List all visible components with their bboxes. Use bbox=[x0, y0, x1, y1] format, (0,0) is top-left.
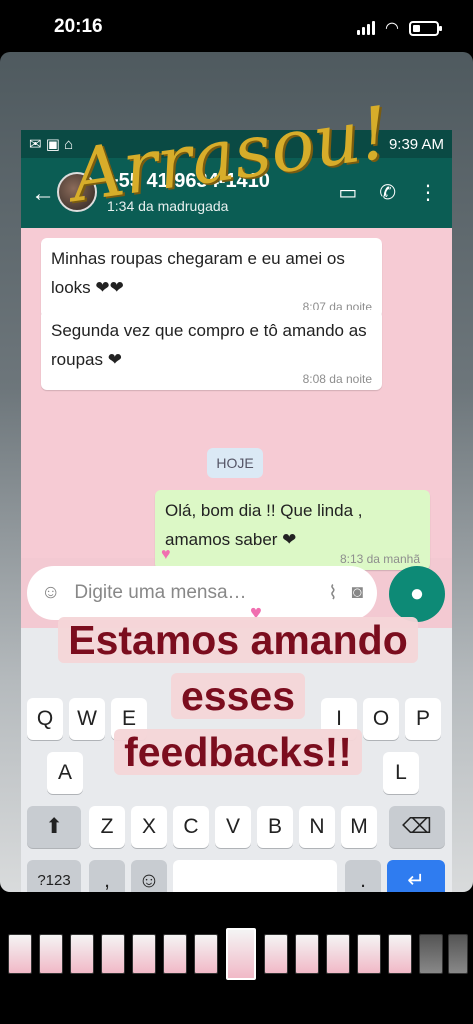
message-placeholder: Digite uma mensa… bbox=[74, 582, 247, 603]
caption-line: Estamos amando bbox=[58, 617, 418, 663]
date-separator: HOJE bbox=[207, 448, 263, 478]
story-thumbnail[interactable] bbox=[101, 934, 125, 974]
story-thumbnail[interactable] bbox=[419, 934, 443, 974]
story-thumbnail[interactable] bbox=[132, 934, 156, 974]
key-x[interactable]: X bbox=[131, 806, 167, 848]
camera-icon[interactable]: ◙ bbox=[352, 582, 363, 604]
story-thumbnail[interactable] bbox=[39, 934, 63, 974]
caption-line: esses bbox=[170, 673, 305, 719]
period-key[interactable]: . bbox=[345, 860, 381, 892]
chat-area: Minhas roupas chegaram e eu amei os look… bbox=[21, 228, 452, 570]
caption-line: feedbacks!! bbox=[114, 729, 362, 775]
story-thumbnail[interactable] bbox=[388, 934, 412, 974]
emoji-icon[interactable]: ☺ bbox=[41, 582, 60, 604]
comma-key[interactable]: , bbox=[89, 860, 125, 892]
back-arrow-icon[interactable]: ← bbox=[31, 180, 55, 208]
message-bubble: Segunda vez que compro e tô amando as ro… bbox=[41, 310, 382, 390]
key-z[interactable]: Z bbox=[89, 806, 125, 848]
key-c[interactable]: C bbox=[173, 806, 209, 848]
story-thumbnail[interactable] bbox=[264, 934, 288, 974]
story-thumbnail[interactable] bbox=[70, 934, 94, 974]
story-thumbnail[interactable] bbox=[326, 934, 350, 974]
video-call-icon[interactable]: ▭ bbox=[338, 180, 357, 205]
story-caption: Estamos amando esses feedbacks!! bbox=[38, 612, 438, 780]
enter-icon: ↵ bbox=[407, 869, 425, 892]
story-thumbnails bbox=[0, 928, 473, 984]
battery-icon bbox=[409, 20, 442, 36]
story-thumbnail[interactable] bbox=[8, 934, 32, 974]
story-thumbnail[interactable] bbox=[295, 934, 319, 974]
message-text: Segunda vez que compro e tô amando as ro… bbox=[51, 321, 367, 369]
emoji-key[interactable]: ☺ bbox=[131, 860, 167, 892]
clock: 20:16 bbox=[54, 16, 103, 37]
story-thumbnail[interactable] bbox=[357, 934, 381, 974]
story-thumbnail-active[interactable] bbox=[226, 928, 256, 980]
story-thumbnail[interactable] bbox=[448, 934, 468, 974]
wifi-icon: ◠ bbox=[385, 20, 399, 37]
more-options-icon[interactable]: ⋮ bbox=[418, 180, 438, 205]
phone-icon[interactable]: ✆ bbox=[379, 180, 396, 205]
numbers-key[interactable]: ?123 bbox=[27, 860, 81, 892]
story-thumbnail[interactable] bbox=[194, 934, 218, 974]
enter-key[interactable]: ↵ bbox=[387, 860, 445, 892]
backspace-key[interactable]: ⌫ bbox=[389, 806, 445, 848]
space-key[interactable] bbox=[173, 860, 337, 892]
key-m[interactable]: M bbox=[341, 806, 377, 848]
message-bubble: Minhas roupas chegaram e eu amei os look… bbox=[41, 238, 382, 318]
story-thumbnail[interactable] bbox=[163, 934, 187, 974]
signal-icon bbox=[357, 21, 376, 35]
ios-status-bar: 20:16 ◠ bbox=[0, 0, 473, 52]
key-v[interactable]: V bbox=[215, 806, 251, 848]
emoji-icon: ☺ bbox=[138, 869, 160, 892]
key-n[interactable]: N bbox=[299, 806, 335, 848]
key-b[interactable]: B bbox=[257, 806, 293, 848]
backspace-icon: ⌫ bbox=[402, 815, 432, 838]
microphone-icon: ● bbox=[409, 580, 425, 607]
shift-icon: ⬆ bbox=[45, 815, 63, 838]
message-text: Minhas roupas chegaram e eu amei os look… bbox=[51, 249, 345, 297]
story-card[interactable]: ✉ ▣ ⌂ 9:39 AM ← +55 41 9634-1410 1:34 da… bbox=[0, 52, 473, 892]
message-text: Olá, bom dia !! Que linda , amamos saber… bbox=[165, 501, 363, 549]
shift-key[interactable]: ⬆ bbox=[27, 806, 81, 848]
attach-icon[interactable]: ⌇ bbox=[328, 582, 337, 605]
message-time: 8:08 da noite bbox=[302, 372, 372, 386]
